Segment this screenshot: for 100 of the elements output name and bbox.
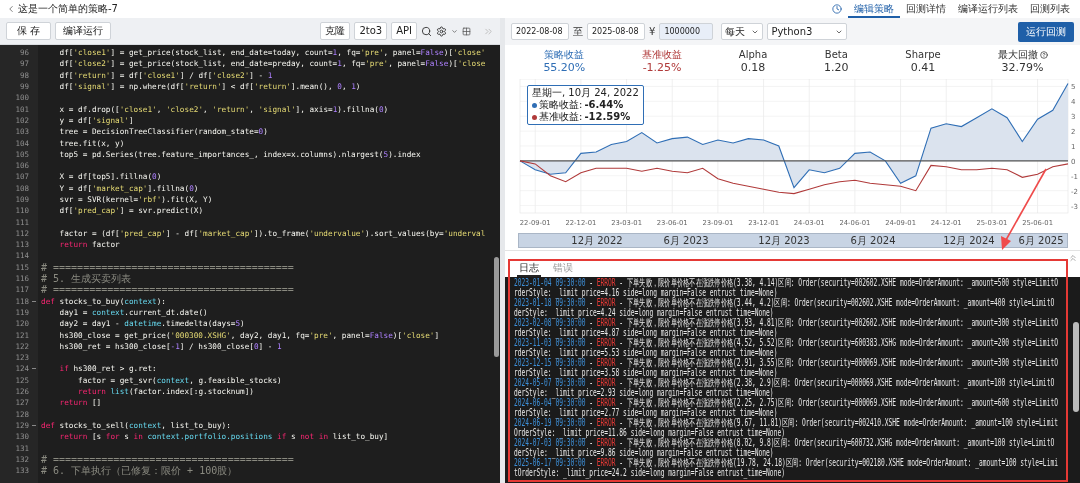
currency-sign: ¥ (649, 26, 656, 37)
code-editor[interactable] (0, 45, 500, 483)
search-icon[interactable] (421, 25, 432, 37)
log-separator: - (589, 398, 593, 408)
header-tab[interactable]: 编译运行列表 (952, 0, 1024, 18)
navigator-label: 12月 2023 (758, 234, 810, 247)
header-tab[interactable]: 回测详情 (900, 0, 952, 18)
stat-label: Beta (824, 49, 848, 61)
navigator-label: 12月 2024 (943, 234, 995, 247)
log-separator: - (589, 418, 593, 428)
log-message: tOrderStyle: _limit_price=24.2 side=long margin=False entrust_time=None) (514, 468, 785, 478)
header-tab[interactable]: 回测列表 (1024, 0, 1076, 18)
log-message: - 下单失败，限价单价格不在涨跌停价格(2.38, 2.9)区间: Order(security=000069.XSHE mode=OrderAmount: _amount=100 style=LimitO (619, 378, 1055, 388)
code-line: # ======================================== (40, 261, 294, 273)
log-level: ERROR (596, 378, 616, 388)
log-message: OrderStyle: _limit_price=11.86 side=long margin=False entrust_time=None) (514, 428, 785, 438)
navigator-label: 6月 2024 (850, 234, 896, 247)
log-separator: - (589, 378, 593, 388)
start-date-field[interactable]: 2022-08-08 (511, 23, 569, 40)
log-separator: - (589, 458, 593, 468)
log-time: 2024-06-04 09:30:00 (514, 398, 586, 408)
log-level: ERROR (596, 298, 616, 308)
stat-value: 32.79% (1001, 61, 1044, 75)
frequency-select[interactable]: 每天 (721, 23, 764, 40)
range-navigator[interactable]: 12月 2022 6月 2023 12月 2023 6月 2024 12月 2024 6月 2025 (518, 233, 1068, 248)
tooltip-label: 策略收益: (539, 99, 583, 111)
caret-icon[interactable] (451, 27, 458, 35)
back-icon[interactable] (6, 4, 16, 14)
range-separator: 至 (573, 24, 583, 39)
log-message: - 下单失败，限价单价格不在涨跌停价格(3.38, 4.14)区间: Order(security=002602.XSHE mode=OrderAmount: _amount=500 style=LimitO (619, 278, 1058, 288)
capital-field[interactable]: 1000000 (659, 23, 714, 40)
log-message: - 下单失败，限价单价格不在涨跌停价格(3.44, 4.2)区间: Order(security=002602.XSHE mode=OrderAmount: _amount=400 style=LimitO (619, 298, 1055, 308)
log-level: ERROR (596, 318, 616, 328)
log-time: 2023-11-03 09:30:00 (514, 338, 586, 348)
code-line: # 5. 生成买卖列表 (40, 271, 132, 285)
log-message: rderStyle: _limit_price=4.16 side=long margin=False entrust_time=None) (514, 288, 778, 298)
stat-label: 策略收益 (544, 49, 585, 61)
language-select[interactable]: Python3 (767, 23, 848, 40)
tool-button[interactable]: API (391, 22, 417, 40)
code-line: # ======================================== (40, 284, 294, 296)
log-message: - 下单失败，限价单价格不在涨跌停价格(19.78, 24.18)区间: Order(security=002180.XSHE mode=OrderAmount: _amount=100 style=Limi (619, 458, 1058, 468)
log-separator: - (589, 358, 593, 368)
stat-value: -1.25% (642, 61, 682, 75)
log-time: 2024-05-07 09:30:00 (514, 378, 586, 388)
code-line: # 6. 下单执行（已修复：限价 + 100股） (40, 463, 238, 478)
log-message: rderStyle: _limit_price=3.58 side=long margin=False entrust_time=None) (514, 368, 778, 378)
log-level: ERROR (596, 438, 616, 448)
log-level: ERROR (596, 398, 616, 408)
log-level: ERROR (596, 278, 616, 288)
scrollbar-thumb[interactable] (1073, 322, 1079, 412)
help-icon[interactable] (1039, 51, 1048, 59)
code-line: # ======================================== (40, 453, 294, 465)
log-separator: - (589, 298, 593, 308)
log-time: 2023-02-08 09:30:00 (514, 318, 586, 328)
log-time: 2023-01-04 09:30:00 (514, 278, 586, 288)
stat-value: 0.18 (740, 61, 766, 75)
log-message: derStyle: _limit_price=4.24 side=long margin=False entrust_time=None) (514, 308, 774, 318)
tooltip-value: -12.59% (584, 111, 631, 123)
log-message: rderStyle: _limit_price=4.87 side=long margin=False entrust_time=None) (514, 328, 778, 338)
tool-button[interactable]: 2to3 (354, 22, 388, 40)
log-level: ERROR (596, 418, 616, 428)
stat-value: 55.20% (543, 61, 586, 75)
log-message: - 下单失败，限价单价格不在涨跌停价格(2.25, 2.75)区间: Order(security=000069.XSHE mode=OrderAmount: _amount=600 style=LimitO (619, 398, 1058, 408)
log-message: - 下单失败，限价单价格不在涨跌停价格(8.02, 9.8)区间: Order(security=600732.XSHG mode=OrderAmount: _amount=100 style=LimitO (619, 438, 1055, 448)
navigator-label: 6月 2025 (1018, 234, 1064, 247)
tooltip-date: 星期一, 10月 24, 2022 (532, 87, 639, 99)
scrollbar-thumb[interactable] (494, 257, 499, 357)
stat-label: Alpha (738, 49, 768, 61)
log-level: ERROR (596, 358, 616, 368)
log-time: 2024-07-03 09:30:00 (514, 438, 586, 448)
tool-button[interactable]: 克隆 (320, 22, 351, 40)
stat-value: 0.41 (910, 61, 936, 75)
stat-label: 基准收益 (642, 49, 683, 61)
compile-run-button[interactable]: 编译运行 (55, 22, 112, 40)
navigator-label: 12月 2022 (571, 234, 623, 247)
log-separator: - (589, 278, 593, 288)
log-message: rderStyle: _limit_price=5.53 side=long margin=False entrust_time=None) (514, 348, 778, 358)
window-title: 这是一个简单的策略-7 (18, 2, 119, 16)
log-time: 2025-06-17 09:30:00 (514, 458, 586, 468)
log-time: 2023-01-18 09:30:00 (514, 298, 586, 308)
stat-label: 最大回撤 (997, 49, 1048, 61)
log-level: ERROR (596, 338, 616, 348)
log-separator: - (589, 318, 593, 328)
log-message: rderStyle: _limit_price=2.77 side=long margin=False entrust_time=None) (514, 408, 778, 418)
run-backtest-button[interactable]: 运行回测 (1018, 21, 1074, 42)
clock-icon[interactable] (832, 4, 842, 14)
navigator-label: 6月 2023 (663, 234, 709, 247)
stat-value: 1.20 (824, 61, 849, 75)
log-time: 2023-12-15 09:30:00 (514, 358, 586, 368)
end-date-field[interactable]: 2025-08-08 (587, 23, 645, 40)
save-button[interactable]: 保 存 (6, 22, 52, 40)
log-message: derStyle: _limit_price=2.93 side=long margin=False entrust_time=None) (514, 388, 774, 398)
settings-icon[interactable] (436, 25, 447, 37)
tooltip-label: 基准收益: (539, 111, 583, 123)
log-message: - 下单失败，限价单价格不在涨跌停价格(3.93, 4.81)区间: Order(security=002602.XSHE mode=OrderAmount: _amount=300 style=LimitO (619, 318, 1058, 328)
log-message: - 下单失败，限价单价格不在涨跌停价格(2.91, 3.55)区间: Order(security=000069.XSHE mode=OrderAmount: _amount=300 style=LimitO (619, 358, 1058, 368)
log-message: - 下单失败，限价单价格不在涨跌停价格(4.52, 5.52)区间: Order(security=600383.XSHG mode=OrderAmount: _amount=200 style=LimitO (619, 338, 1058, 348)
log-separator: - (589, 438, 593, 448)
log-message: - 下单失败，限价单价格不在涨跌停价格(9.67, 11.81)区间: Order(security=002410.XSHE mode=OrderAmount: _amount=100 style=Limit (619, 418, 1058, 428)
grid-icon[interactable] (462, 26, 471, 36)
